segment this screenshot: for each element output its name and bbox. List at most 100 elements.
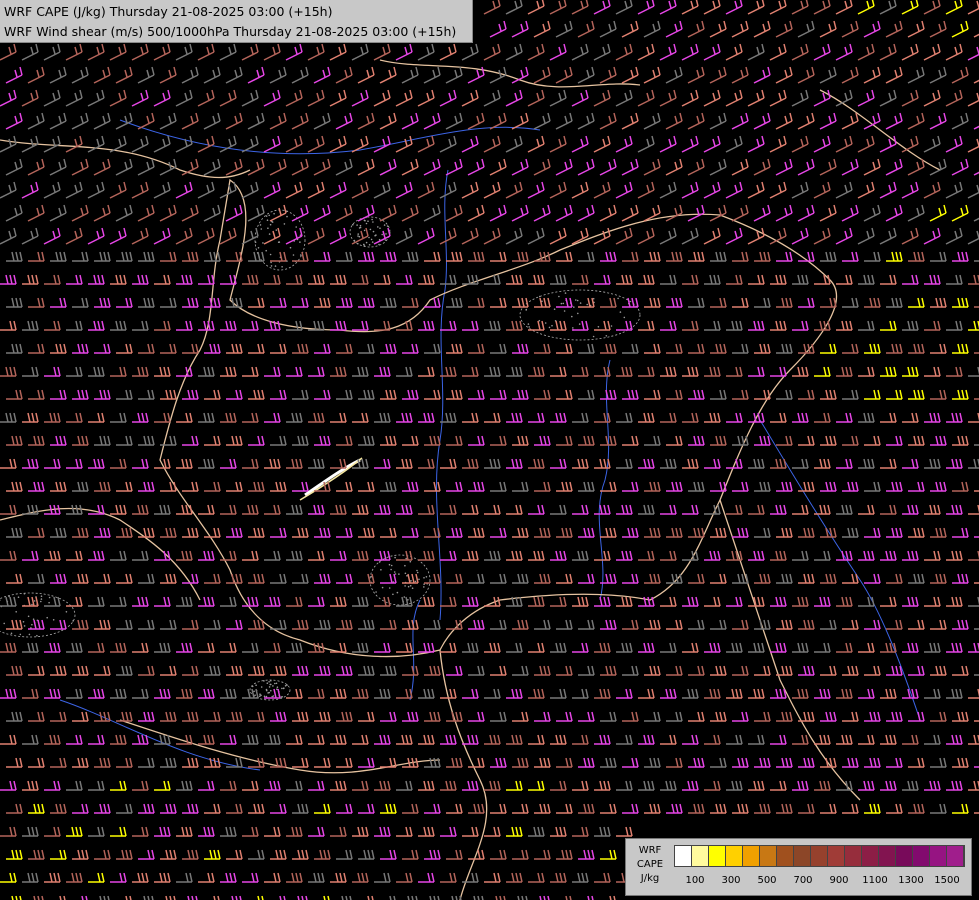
barb-staff xyxy=(489,28,507,38)
barb-feather xyxy=(849,274,853,285)
barb-feather xyxy=(558,92,562,101)
barb-feather xyxy=(15,527,19,538)
barb-staff xyxy=(945,51,963,61)
cape-stipple xyxy=(562,302,565,305)
wind-barb xyxy=(946,412,963,423)
barb-feather xyxy=(543,527,547,538)
barb-feather xyxy=(305,481,309,492)
barb-feather xyxy=(493,320,497,331)
barb-feather xyxy=(913,389,917,400)
wind-barb xyxy=(549,135,567,153)
barb-feather xyxy=(894,23,898,32)
barb-feather xyxy=(586,207,590,216)
barb-staff xyxy=(841,28,859,38)
barb-feather xyxy=(921,66,925,76)
wind-barb xyxy=(269,66,287,84)
wind-barb xyxy=(248,343,265,354)
barb-feather xyxy=(723,20,727,30)
cape-stipple xyxy=(281,687,283,690)
wind-barb xyxy=(483,181,501,199)
wind-barb xyxy=(352,412,369,423)
wind-barb xyxy=(512,389,529,400)
barb-feather xyxy=(140,184,144,193)
barb-feather xyxy=(587,389,591,400)
barb-feather xyxy=(211,504,215,515)
wind-barb xyxy=(660,366,677,377)
wind-barb xyxy=(621,112,639,130)
wind-barb xyxy=(395,227,413,245)
barb-feather xyxy=(811,204,815,214)
barb-feather xyxy=(519,550,523,561)
barb-staff xyxy=(945,235,963,245)
barb-feather xyxy=(212,69,216,78)
wind-barb xyxy=(534,527,551,538)
barb-feather xyxy=(695,89,699,99)
barb-feather xyxy=(823,550,827,561)
barb-feather xyxy=(603,458,607,469)
barb-feather xyxy=(829,481,833,492)
barb-feather xyxy=(673,89,677,99)
wind-barb xyxy=(864,389,881,400)
wind-barb xyxy=(292,251,309,262)
barb-feather xyxy=(539,527,543,538)
cape-stipple xyxy=(10,632,13,635)
barb-feather xyxy=(344,161,348,170)
barb-feather xyxy=(365,43,369,53)
barb-staff xyxy=(313,120,331,130)
wind-barb xyxy=(241,43,259,61)
barb-feather xyxy=(159,504,163,515)
cape-stipple xyxy=(292,254,295,256)
cape-stipple xyxy=(409,585,412,587)
barb-feather xyxy=(719,251,723,262)
wind-barb xyxy=(241,181,259,199)
wind-barb xyxy=(644,389,661,400)
barb-feather xyxy=(189,43,193,53)
barb-feather xyxy=(393,297,397,308)
barb-feather xyxy=(607,550,611,561)
barb-feather xyxy=(234,69,238,78)
barb-feather xyxy=(251,274,255,285)
wind-barb xyxy=(181,204,199,222)
barb-feather xyxy=(607,135,611,145)
barb-staff xyxy=(725,5,743,15)
barb-feather xyxy=(519,135,523,145)
barb-feather xyxy=(894,115,898,124)
wind-barb xyxy=(725,181,743,199)
barb-staff xyxy=(549,5,567,15)
barb-feather xyxy=(823,458,827,469)
barb-feather xyxy=(195,343,199,354)
barb-feather xyxy=(739,550,743,561)
barb-feather xyxy=(118,230,122,239)
barb-feather xyxy=(251,320,255,331)
wind-barb xyxy=(644,481,661,492)
barb-feather xyxy=(803,343,807,354)
barb-feather xyxy=(145,504,149,515)
barb-feather xyxy=(937,366,941,377)
wind-barb xyxy=(374,458,391,469)
barb-feather xyxy=(525,343,529,354)
wind-barb xyxy=(50,435,67,446)
barb-staff xyxy=(797,212,815,222)
barb-feather xyxy=(489,320,493,331)
wind-barb xyxy=(571,89,589,107)
barb-feather xyxy=(37,527,41,538)
cape-stipple xyxy=(286,215,288,218)
wind-barb xyxy=(681,135,699,153)
wind-barb xyxy=(792,458,809,469)
barb-feather xyxy=(454,115,458,124)
wind-barb xyxy=(402,251,419,262)
barb-feather xyxy=(455,481,459,492)
wind-barb xyxy=(153,89,171,107)
barb-staff xyxy=(285,189,303,199)
barb-staff xyxy=(791,97,809,107)
wind-barb xyxy=(857,0,875,15)
barb-feather xyxy=(763,297,767,308)
barb-feather xyxy=(123,181,127,191)
barb-feather xyxy=(828,115,832,124)
barb-feather xyxy=(679,66,683,76)
barb-staff xyxy=(813,97,831,107)
barb-feather xyxy=(954,230,958,239)
wind-barb xyxy=(512,297,529,308)
wind-barb xyxy=(49,112,67,130)
wind-barb xyxy=(637,43,655,61)
